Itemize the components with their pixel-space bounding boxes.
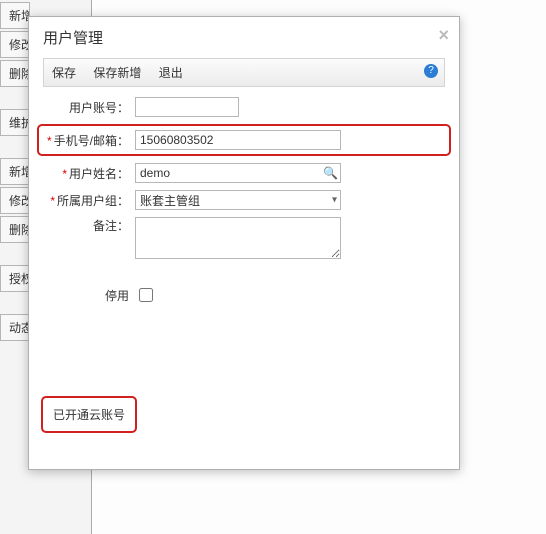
row-name: *用户姓名： 🔍: [43, 163, 445, 183]
row-disable: 停用: [43, 285, 445, 305]
bg-btn[interactable]: 删除: [0, 216, 30, 243]
exit-button[interactable]: 退出: [159, 64, 183, 81]
disable-checkbox[interactable]: [139, 288, 153, 302]
bg-btn[interactable]: 修改: [0, 31, 30, 58]
row-remark: 备注：: [43, 217, 445, 259]
label-account: 用户账号：: [43, 99, 135, 116]
bg-btn[interactable]: 维护: [0, 109, 30, 136]
group-select[interactable]: [135, 190, 341, 210]
label-name: *用户姓名：: [43, 165, 135, 182]
bg-btn[interactable]: 修改: [0, 187, 30, 214]
phone-input[interactable]: [135, 130, 341, 150]
row-account: 用户账号：: [43, 97, 445, 117]
user-manage-dialog: 用户管理 × 保存 保存新增 退出 ? 用户账号： *手机号/邮箱： *用户姓名…: [28, 16, 460, 470]
label-remark: 备注：: [43, 217, 135, 234]
phone-highlight: *手机号/邮箱：: [37, 124, 451, 156]
cloud-account-status: 已开通云账号: [41, 396, 137, 433]
dialog-title-text: 用户管理: [43, 30, 103, 47]
dialog-toolbar: 保存 保存新增 退出 ?: [43, 58, 445, 87]
form: 用户账号： *手机号/邮箱： *用户姓名： 🔍 *所属用户组： ▾ 备注：: [29, 87, 459, 305]
label-group: *所属用户组：: [43, 192, 135, 209]
account-input[interactable]: [135, 97, 239, 117]
bg-btn[interactable]: 授权: [0, 265, 30, 292]
bg-btn[interactable]: 新增: [0, 158, 30, 185]
label-phone: *手机号/邮箱：: [43, 132, 135, 149]
label-disable: 停用: [43, 287, 135, 304]
help-icon[interactable]: ?: [424, 64, 438, 78]
name-input[interactable]: [135, 163, 341, 183]
row-group: *所属用户组： ▾: [43, 190, 445, 210]
dialog-title: 用户管理 ×: [29, 17, 459, 58]
bg-btn[interactable]: 删除: [0, 60, 30, 87]
bg-btn[interactable]: 动态: [0, 314, 30, 341]
save-button[interactable]: 保存: [52, 64, 76, 81]
bg-btn[interactable]: 新增: [0, 2, 30, 29]
remark-input[interactable]: [135, 217, 341, 259]
cloud-status-text: 已开通云账号: [53, 408, 125, 422]
save-new-button[interactable]: 保存新增: [93, 64, 141, 81]
close-icon[interactable]: ×: [438, 25, 449, 46]
